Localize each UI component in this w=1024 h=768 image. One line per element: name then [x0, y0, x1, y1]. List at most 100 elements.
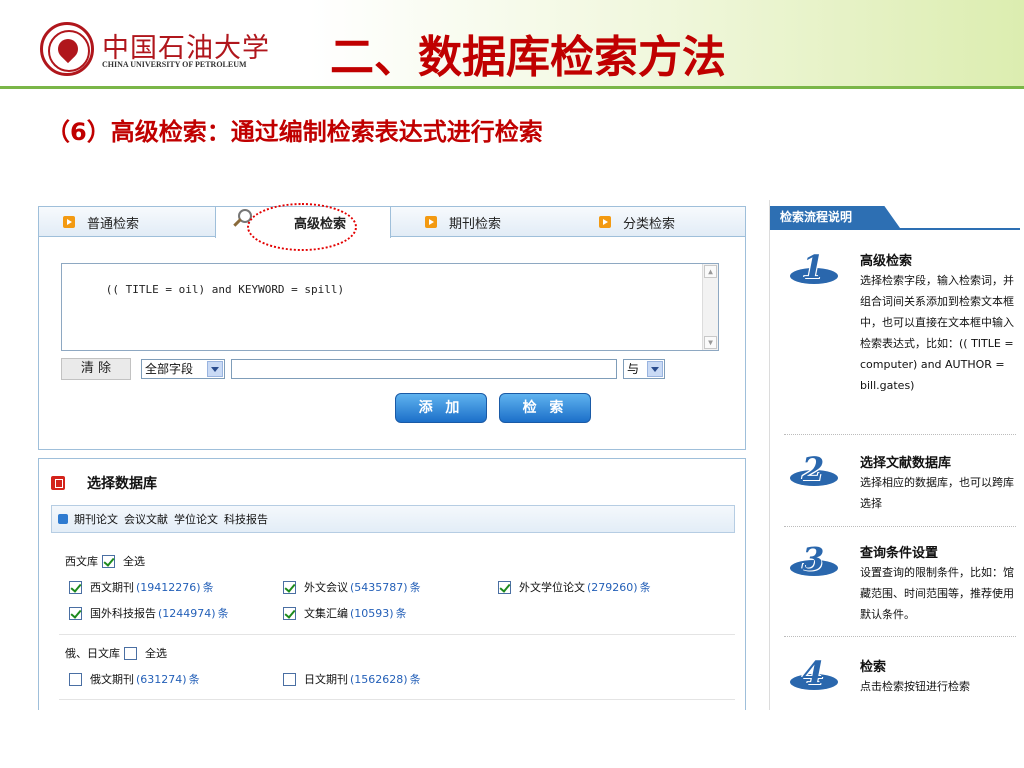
- database-section-header: 选择数据库: [51, 473, 157, 493]
- db-name: 日文期刊: [304, 673, 348, 686]
- logic-select-value: 与: [627, 362, 640, 376]
- tab-label: 期刊检索: [449, 216, 502, 232]
- western-select-all-checkbox[interactable]: [102, 554, 115, 568]
- db-item-foreign-reports[interactable]: 国外科技报告 (1244974) 条: [65, 605, 229, 621]
- document-type-tabs: 期刊论文 会议文献 学位论文 科技报告: [51, 505, 735, 533]
- db-checkbox[interactable]: [283, 606, 296, 620]
- section-icon: [51, 476, 65, 490]
- help-step-1: 1 高级检索 选择检索字段，输入检索词，并组合词间关系添加到检索文本框中，也可以…: [790, 248, 1016, 430]
- db-unit: 条: [395, 607, 407, 620]
- step-title: 选择文献数据库: [860, 456, 952, 471]
- tab-category-search[interactable]: 分类检索: [599, 207, 739, 237]
- doc-type-journal[interactable]: 期刊论文: [74, 511, 118, 527]
- field-select[interactable]: 全部字段: [141, 359, 225, 379]
- db-checkbox[interactable]: [69, 580, 82, 594]
- textarea-scrollbar[interactable]: ▲ ▼: [702, 264, 718, 350]
- university-logo: 中国石油大学 CHINA UNIVERSITY OF PETROLEUM: [40, 22, 300, 78]
- help-panel-header: 检索流程说明: [770, 206, 900, 228]
- tab-basic-search[interactable]: 普通检索: [63, 207, 213, 237]
- db-checkbox[interactable]: [283, 580, 296, 594]
- tab-label: 普通检索: [87, 216, 140, 232]
- university-seal-icon: [40, 22, 94, 76]
- help-divider: [784, 526, 1016, 527]
- db-name: 文集汇编: [304, 607, 348, 620]
- step-3-icon: 3: [790, 540, 840, 578]
- doc-type-thesis[interactable]: 学位论文: [174, 511, 218, 527]
- db-count: (1244974): [158, 606, 216, 620]
- step-title: 查询条件设置: [860, 546, 939, 561]
- help-header-line: [770, 228, 1020, 230]
- help-divider: [784, 636, 1016, 637]
- doc-type-conference[interactable]: 会议文献: [124, 511, 168, 527]
- ru-jp-library-row: 俄、日文库 全选: [65, 645, 167, 661]
- help-step-2: 2 选择文献数据库 选择相应的数据库，也可以跨库选择: [790, 450, 1016, 522]
- chevron-down-icon: [647, 361, 663, 377]
- db-item-foreign-conferences[interactable]: 外文会议 (5435787) 条: [279, 579, 421, 595]
- db-item-proceedings[interactable]: 文集汇编 (10593) 条: [279, 605, 407, 621]
- logo-english-name: CHINA UNIVERSITY OF PETROLEUM: [102, 60, 247, 69]
- ru-jp-select-all-checkbox[interactable]: [124, 646, 137, 660]
- database-selection-panel: 选择数据库 期刊论文 会议文献 学位论文 科技报告 西文库 全选 西文期刊 (1…: [38, 458, 746, 710]
- add-button[interactable]: 添 加: [395, 393, 487, 423]
- db-checkbox[interactable]: [69, 606, 82, 620]
- query-text: (( TITLE = oil) and KEYWORD = spill): [105, 283, 345, 296]
- slide-title: 二、数据库检索方法: [330, 32, 726, 83]
- logic-operator-select[interactable]: 与: [623, 359, 665, 379]
- step-text: 设置查询的限制条件，比如：馆藏范围、时间范围等，推荐使用默认条件。: [860, 566, 1014, 621]
- db-unit: 条: [409, 673, 421, 686]
- search-help-panel: 检索流程说明 1 高级检索 选择检索字段，输入检索词，并组合词间关系添加到检索文…: [769, 200, 1020, 710]
- advanced-search-panel: 普通检索 高级检索 期刊检索 分类检索 (( TITLE = oil) and …: [38, 203, 746, 450]
- help-divider: [784, 434, 1016, 435]
- db-count: (279260): [587, 580, 638, 594]
- db-unit: 条: [217, 607, 229, 620]
- db-item-japanese-journals[interactable]: 日文期刊 (1562628) 条: [279, 671, 421, 687]
- db-count: (19412276): [136, 580, 201, 594]
- db-checkbox[interactable]: [498, 580, 511, 594]
- step-title: 检索: [860, 660, 887, 675]
- ru-jp-library-label: 俄、日文库: [65, 647, 120, 660]
- db-count: (1562628): [350, 672, 408, 686]
- header-divider: [0, 86, 1024, 89]
- highlight-circle-annotation: [247, 203, 357, 251]
- tab-bullet-icon: [599, 216, 611, 228]
- db-checkbox[interactable]: [283, 672, 296, 686]
- db-unit: 条: [202, 581, 214, 594]
- db-count: (631274): [136, 672, 187, 686]
- db-count: (5435787): [350, 580, 408, 594]
- scroll-down-icon[interactable]: ▼: [704, 336, 717, 349]
- step-text: 选择相应的数据库，也可以跨库选择: [860, 476, 1014, 510]
- slide-subtitle: （6）高级检索：通过编制检索表达式进行检索: [46, 118, 543, 146]
- step-text: 点击检索按钮进行检索: [860, 680, 970, 693]
- tab-journal-search[interactable]: 期刊检索: [425, 207, 575, 237]
- doc-type-bullet-icon: [58, 514, 68, 524]
- section-divider: [59, 634, 735, 635]
- db-unit: 条: [409, 581, 421, 594]
- db-unit: 条: [639, 581, 651, 594]
- db-item-russian-journals[interactable]: 俄文期刊 (631274) 条: [65, 671, 200, 687]
- db-unit: 条: [188, 673, 200, 686]
- tab-bullet-icon: [425, 216, 437, 228]
- step-1-icon: 1: [790, 248, 840, 286]
- doc-type-report[interactable]: 科技报告: [224, 511, 268, 527]
- clear-button[interactable]: 清 除: [61, 358, 131, 380]
- step-title: 高级检索: [860, 254, 913, 269]
- db-item-western-journals[interactable]: 西文期刊 (19412276) 条: [65, 579, 214, 595]
- search-button[interactable]: 检 索: [499, 393, 591, 423]
- embedded-screenshot: 普通检索 高级检索 期刊检索 分类检索 (( TITLE = oil) and …: [38, 200, 1020, 710]
- database-section-title: 选择数据库: [87, 476, 157, 492]
- db-checkbox[interactable]: [69, 672, 82, 686]
- db-name: 俄文期刊: [90, 673, 134, 686]
- query-expression-textarea[interactable]: (( TITLE = oil) and KEYWORD = spill) ▲ ▼: [61, 263, 719, 351]
- step-4-icon: 4: [790, 654, 840, 692]
- scroll-up-icon[interactable]: ▲: [704, 265, 717, 278]
- search-term-input[interactable]: [231, 359, 617, 379]
- help-step-3: 3 查询条件设置 设置查询的限制条件，比如：馆藏范围、时间范围等，推荐使用默认条…: [790, 540, 1016, 632]
- tab-label: 分类检索: [623, 216, 676, 232]
- db-item-foreign-theses[interactable]: 外文学位论文 (279260) 条: [494, 579, 651, 595]
- db-name: 国外科技报告: [90, 607, 156, 620]
- db-count: (10593): [350, 606, 394, 620]
- chevron-down-icon: [207, 361, 223, 377]
- term-builder-row: 清 除 全部字段 与: [61, 358, 721, 380]
- step-2-icon: 2: [790, 450, 840, 488]
- western-library-label: 西文库: [65, 555, 98, 568]
